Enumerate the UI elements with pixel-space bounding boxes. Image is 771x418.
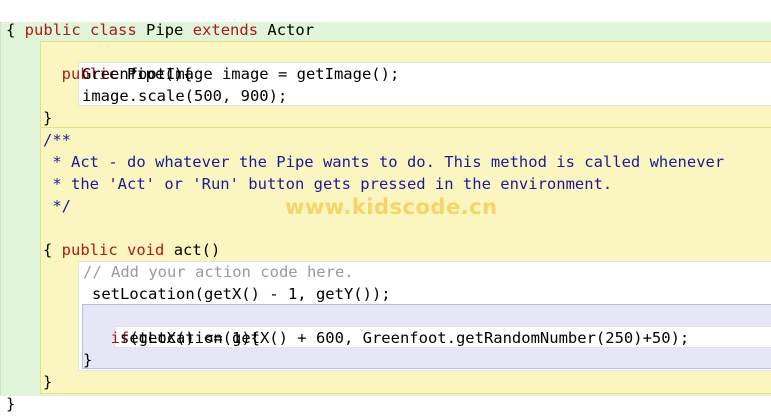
code-line-image-scale[interactable]: image.scale(500, 900); <box>82 85 287 107</box>
class-name: Pipe <box>146 21 184 39</box>
watermark-text: www.kidscode.cn <box>285 195 498 219</box>
keyword-public: public <box>24 21 81 39</box>
code-line-act-close[interactable]: } <box>43 371 52 393</box>
code-editor[interactable]: { "editor": { "watermark": "www.kidscode… <box>0 0 771 418</box>
code-line-if-close[interactable]: } <box>83 349 92 371</box>
code-line-act-open[interactable]: { <box>43 239 52 261</box>
code-line-get-image[interactable]: GreenfootImage image = getImage(); <box>82 63 399 85</box>
keyword-public: public <box>61 241 118 259</box>
code-line-constructor-close[interactable]: } <box>43 107 52 129</box>
code-line-doc-comment-2[interactable]: * the 'Act' or 'Run' button gets pressed… <box>43 173 612 195</box>
code-line-set-location-move[interactable]: setLocation(getX() - 1, getY()); <box>92 283 391 305</box>
code-line-class-close[interactable]: } <box>6 393 15 415</box>
code-line-doc-comment-open[interactable]: /** <box>43 129 71 151</box>
code-line-constructor-signature[interactable]: public Pipe(){ <box>43 41 193 83</box>
code-line-doc-comment-1[interactable]: * Act - do whatever the Pipe wants to do… <box>43 151 724 173</box>
code-line-if-statement[interactable]: if(getX() <= 1){ <box>92 305 260 347</box>
method-name: act() <box>173 241 221 259</box>
keyword-void: void <box>127 241 165 259</box>
code-line-doc-comment-close[interactable]: */ <box>43 195 71 217</box>
code-line-set-location-reset[interactable]: setLocation(getX() + 600, Greenfoot.getR… <box>120 327 689 349</box>
code-line-act-signature[interactable]: public void act() <box>43 217 221 259</box>
keyword-class: class <box>90 21 137 39</box>
keyword-extends: extends <box>192 21 259 39</box>
code-line-class-open[interactable]: { <box>6 19 15 41</box>
code-line-action-comment[interactable]: // Add your action code here. <box>83 261 354 283</box>
superclass-name: Actor <box>267 21 315 39</box>
code-line-class-declaration[interactable]: public class Pipe extends Actor <box>6 0 314 39</box>
